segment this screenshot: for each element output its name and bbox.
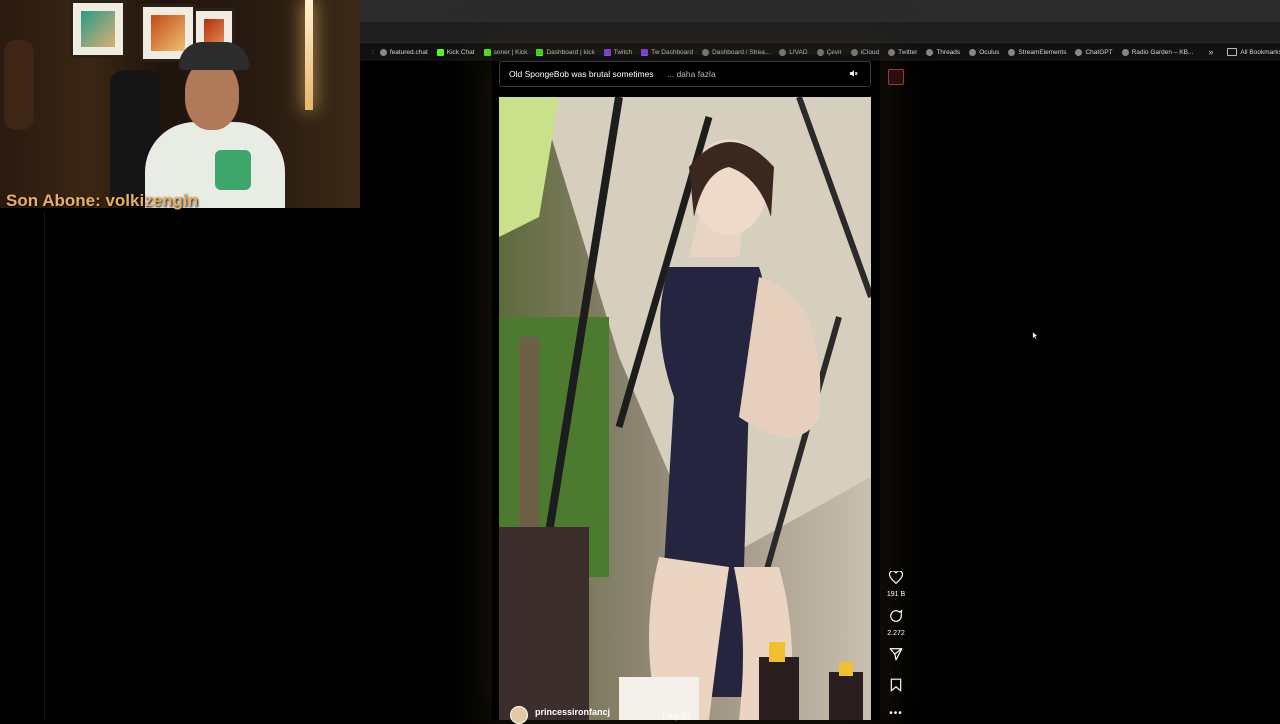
- globe-icon: [888, 48, 896, 56]
- save-action[interactable]: [883, 678, 909, 697]
- bookmark-item[interactable]: Kick Chat: [436, 48, 475, 56]
- bookmark-item[interactable]: featured.chat: [379, 48, 428, 56]
- more-link[interactable]: ... daha fazla: [667, 69, 716, 79]
- globe-icon: [1121, 48, 1129, 56]
- kick-icon: [483, 48, 491, 56]
- bookmark-label: Twitter: [898, 48, 918, 56]
- bookmarks-overflow-button[interactable]: »: [1208, 47, 1213, 57]
- bookmark-overflow-left[interactable]: :: [372, 49, 374, 56]
- bookmark-icon[interactable]: [890, 678, 902, 692]
- more-options-icon[interactable]: •••: [883, 708, 909, 719]
- all-bookmarks-button[interactable]: All Bookmarks: [1227, 48, 1280, 56]
- comment-action[interactable]: 2.272: [883, 609, 909, 637]
- globe-icon: [969, 48, 977, 56]
- bookmark-item[interactable]: ChatGPT: [1075, 48, 1113, 56]
- reel-username[interactable]: princessironfancj: [535, 707, 610, 717]
- reel-options-icon[interactable]: [888, 69, 904, 85]
- bookmark-label: StreamElements: [1018, 48, 1067, 56]
- reel-video[interactable]: [499, 97, 871, 720]
- comment-count: 2.272: [887, 630, 905, 637]
- browser-address-bar[interactable]: [360, 22, 1280, 58]
- lamp-light: [305, 0, 313, 110]
- folder-icon: [1227, 48, 1238, 56]
- globe-icon: [1008, 48, 1016, 56]
- webcam-overlay: [0, 0, 360, 208]
- bookmark-item[interactable]: Radio Garden – KB...: [1121, 48, 1194, 56]
- video-frame: [499, 97, 871, 720]
- bookmark-item[interactable]: Oculus: [969, 48, 1000, 56]
- globe-icon: [1075, 48, 1083, 56]
- kick-icon: [436, 48, 444, 56]
- bookmark-label: featured.chat: [389, 48, 428, 56]
- like-action[interactable]: 191 B: [883, 570, 909, 598]
- bookmark-item[interactable]: Twitter: [888, 48, 918, 56]
- last-subscriber-label: Son Abone: volkizengin: [6, 191, 199, 210]
- like-count: 191 B: [886, 591, 906, 598]
- globe-icon: [379, 48, 387, 56]
- heart-icon[interactable]: [888, 570, 904, 585]
- avatar[interactable]: [510, 706, 528, 724]
- bookmark-item[interactable]: Threads: [926, 48, 961, 56]
- guitar-shape: [4, 40, 34, 130]
- bookmark-item[interactable]: StreamElements: [1008, 48, 1067, 56]
- divider: [44, 210, 45, 720]
- mouse-cursor-icon: [1032, 331, 1038, 340]
- bookmark-label: ChatGPT: [1085, 48, 1113, 56]
- browser-tab-strip: [360, 0, 1280, 22]
- share-action[interactable]: [883, 647, 909, 666]
- comment-icon[interactable]: [889, 609, 903, 623]
- bookmark-label: Threads: [936, 48, 961, 56]
- bookmark-label: Radio Garden – KB...: [1131, 48, 1194, 56]
- streamer: [145, 42, 285, 208]
- reel-caption-bar[interactable]: Old SpongeBob was brutal sometimes ... d…: [499, 61, 871, 87]
- globe-icon: [926, 48, 934, 56]
- reel-caption: Old SpongeBob was brutal sometimes: [509, 69, 654, 79]
- wall-frame: [70, 0, 126, 58]
- bookmark-label: Kick Chat: [446, 48, 475, 56]
- muted-speaker-icon[interactable]: [849, 69, 858, 80]
- all-bookmarks-label: All Bookmarks: [1240, 48, 1280, 56]
- send-icon[interactable]: [889, 647, 903, 661]
- bookmark-label: Oculus: [979, 48, 1000, 56]
